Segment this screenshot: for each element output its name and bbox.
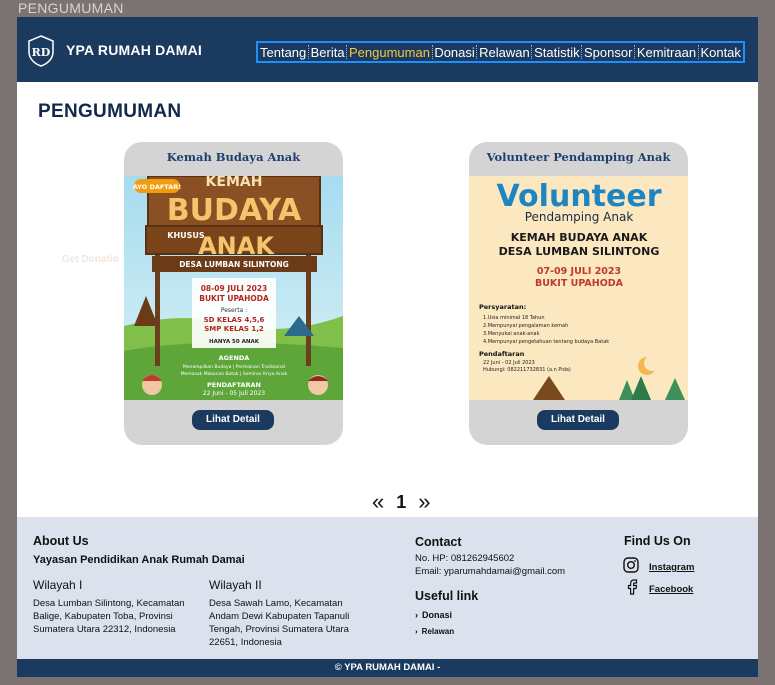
- instagram-label: Instagram: [649, 562, 695, 573]
- svg-text:07-09 JULI 2023: 07-09 JULI 2023: [537, 266, 621, 277]
- copyright-bar: © YPA RUMAH DAMAI -: [17, 659, 758, 677]
- next-page-button[interactable]: »: [418, 489, 430, 515]
- region-1-name: Wilayah I: [33, 578, 83, 592]
- instagram-link[interactable]: Instagram: [623, 557, 694, 578]
- svg-text:BUDAYA: BUDAYA: [167, 193, 302, 228]
- brand-name[interactable]: YPA RUMAH DAMAI: [66, 42, 202, 58]
- svg-text:Peserta :: Peserta :: [221, 307, 247, 314]
- svg-text:PENDAFTARAN: PENDAFTARAN: [207, 381, 261, 389]
- nav-pengumuman[interactable]: Pengumuman: [349, 45, 430, 60]
- svg-text:Persyaratan:: Persyaratan:: [479, 303, 526, 311]
- nav-kemitraan[interactable]: Kemitraan: [637, 45, 696, 60]
- nav-tentang[interactable]: Tentang: [260, 45, 306, 60]
- detail-button[interactable]: Lihat Detail: [537, 410, 619, 430]
- nav-divider: [697, 45, 699, 59]
- nav-divider: [581, 45, 583, 59]
- svg-text:08-09 JULI 2023: 08-09 JULI 2023: [201, 284, 268, 293]
- about-heading: About Us: [33, 534, 89, 548]
- card-title: Kemah Budaya Anak: [166, 150, 301, 164]
- announcement-card-kemah: Kemah Budaya Anak AYO DAFTAR! KEMAH BUDA…: [124, 142, 343, 445]
- nav-sponsor[interactable]: Sponsor: [584, 45, 632, 60]
- poster-kemah-budaya[interactable]: AYO DAFTAR! KEMAH BUDAYA KHUSUS ANAK DES…: [124, 176, 343, 400]
- svg-text:22 Juni - 05 Juli 2023: 22 Juni - 05 Juli 2023: [203, 390, 265, 397]
- nav-divider: [476, 45, 478, 59]
- announcement-card-volunteer: Volunteer Pendamping Anak Volunteer Pend…: [469, 142, 688, 445]
- nav-divider: [634, 45, 636, 59]
- svg-text:BUKIT UPAHODA: BUKIT UPAHODA: [535, 278, 624, 289]
- svg-text:DESA LUMBAN SILINTONG: DESA LUMBAN SILINTONG: [499, 245, 660, 258]
- nav-donasi[interactable]: Donasi: [434, 45, 474, 60]
- prev-page-button[interactable]: «: [372, 489, 384, 515]
- nav-kontak[interactable]: Kontak: [700, 45, 740, 60]
- faded-text: Get Donatio: [62, 254, 119, 265]
- site-footer: About Us Yayasan Pendidikan Anak Rumah D…: [17, 517, 758, 659]
- svg-text:Memasak Makanan Batak | Semina: Memasak Makanan Batak | Seminar Kriya An…: [181, 371, 288, 377]
- poster-badge: AYO DAFTAR!: [133, 183, 182, 191]
- svg-text:Pendamping Anak: Pendamping Anak: [525, 210, 634, 224]
- find-us-heading: Find Us On: [624, 534, 691, 548]
- facebook-link[interactable]: Facebook: [625, 579, 693, 600]
- svg-text:4.Mempunyai pengetahuan tentan: 4.Mempunyai pengetahuan tentang budaya B…: [483, 339, 609, 345]
- nav-divider: [307, 45, 309, 59]
- current-page[interactable]: 1: [396, 492, 406, 513]
- svg-text:KEMAH: KEMAH: [206, 176, 263, 190]
- chevron-right-icon: ›: [415, 627, 418, 636]
- svg-text:Pendaftaran: Pendaftaran: [479, 350, 525, 358]
- nav-divider: [531, 45, 533, 59]
- svg-text:HANYA 50 ANAK: HANYA 50 ANAK: [209, 339, 260, 345]
- svg-text:ANAK: ANAK: [198, 232, 275, 260]
- svg-text:RD: RD: [32, 46, 51, 59]
- page-title: PENGUMUMAN: [38, 101, 182, 122]
- card-title: Volunteer Pendamping Anak: [486, 150, 671, 164]
- facebook-icon: [625, 579, 639, 600]
- nav-divider: [431, 45, 433, 59]
- svg-text:SMP KELAS 1,2: SMP KELAS 1,2: [204, 325, 264, 333]
- svg-text:2.Mempunyai pengalaman kemah: 2.Mempunyai pengalaman kemah: [483, 323, 568, 329]
- site-header: RD YPA RUMAH DAMAI Tentang Berita Pengum…: [17, 17, 758, 82]
- nav-relawan[interactable]: Relawan: [479, 45, 530, 60]
- nav-berita[interactable]: Berita: [311, 45, 345, 60]
- poster-volunteer[interactable]: Volunteer Pendamping Anak KEMAH BUDAYA A…: [469, 176, 688, 400]
- org-name: Yayasan Pendidikan Anak Rumah Damai: [33, 554, 245, 566]
- region-2-name: Wilayah II: [209, 578, 262, 592]
- browser-tab-title: PENGUMUMAN: [18, 0, 124, 16]
- svg-text:1.Usia minimal 18 Tahun: 1.Usia minimal 18 Tahun: [483, 315, 545, 321]
- detail-button[interactable]: Lihat Detail: [192, 410, 274, 430]
- svg-text:BUKIT UPAHODA: BUKIT UPAHODA: [199, 294, 269, 303]
- chevron-right-icon: ›: [415, 610, 418, 620]
- svg-text:KEMAH BUDAYA ANAK: KEMAH BUDAYA ANAK: [511, 231, 648, 244]
- footer-link-label: Donasi: [422, 610, 453, 620]
- svg-text:22 Juni - 02 Juli 2023: 22 Juni - 02 Juli 2023: [483, 360, 535, 366]
- region-2-address: Desa Sawah Lamo, Kecamatan Andam Dewi Ka…: [209, 598, 350, 648]
- nav-divider: [346, 45, 348, 59]
- svg-text:SD KELAS 4,5,6: SD KELAS 4,5,6: [204, 316, 265, 324]
- instagram-icon: [623, 557, 639, 578]
- facebook-label: Facebook: [649, 584, 694, 595]
- svg-text:3.Menyukai anak-anak: 3.Menyukai anak-anak: [483, 331, 540, 337]
- main-nav: Tentang Berita Pengumuman Donasi Relawan…: [256, 41, 745, 63]
- svg-text:DESA LUMBAN SILINTONG: DESA LUMBAN SILINTONG: [179, 260, 289, 269]
- useful-links-heading: Useful link: [415, 589, 479, 603]
- svg-text:Hubungi: 082211732831 (a.n Pid: Hubungi: 082211732831 (a.n Pida): [483, 367, 571, 373]
- svg-text:Menampilkan Budaya | Permainan: Menampilkan Budaya | Permainan Tradision…: [183, 364, 285, 370]
- pagination: « 1 »: [372, 489, 431, 515]
- svg-text:AGENDA: AGENDA: [219, 354, 250, 362]
- nav-statistik[interactable]: Statistik: [534, 45, 580, 60]
- footer-link-relawan[interactable]: › Relawan: [415, 627, 454, 636]
- contact-heading: Contact: [415, 535, 462, 549]
- logo-icon[interactable]: RD: [27, 35, 55, 67]
- contact-phone: No. HP: 081262945602: [415, 553, 515, 564]
- page-frame: RD YPA RUMAH DAMAI Tentang Berita Pengum…: [17, 17, 758, 677]
- svg-text:Volunteer: Volunteer: [496, 179, 661, 214]
- footer-link-donasi[interactable]: › Donasi: [415, 610, 452, 620]
- footer-link-label: Relawan: [421, 627, 455, 636]
- contact-email[interactable]: Email: yparumahdamai@gmail.com: [415, 565, 565, 578]
- region-1-address: Desa Lumban Silintong, Kecamatan Balige,…: [33, 598, 185, 635]
